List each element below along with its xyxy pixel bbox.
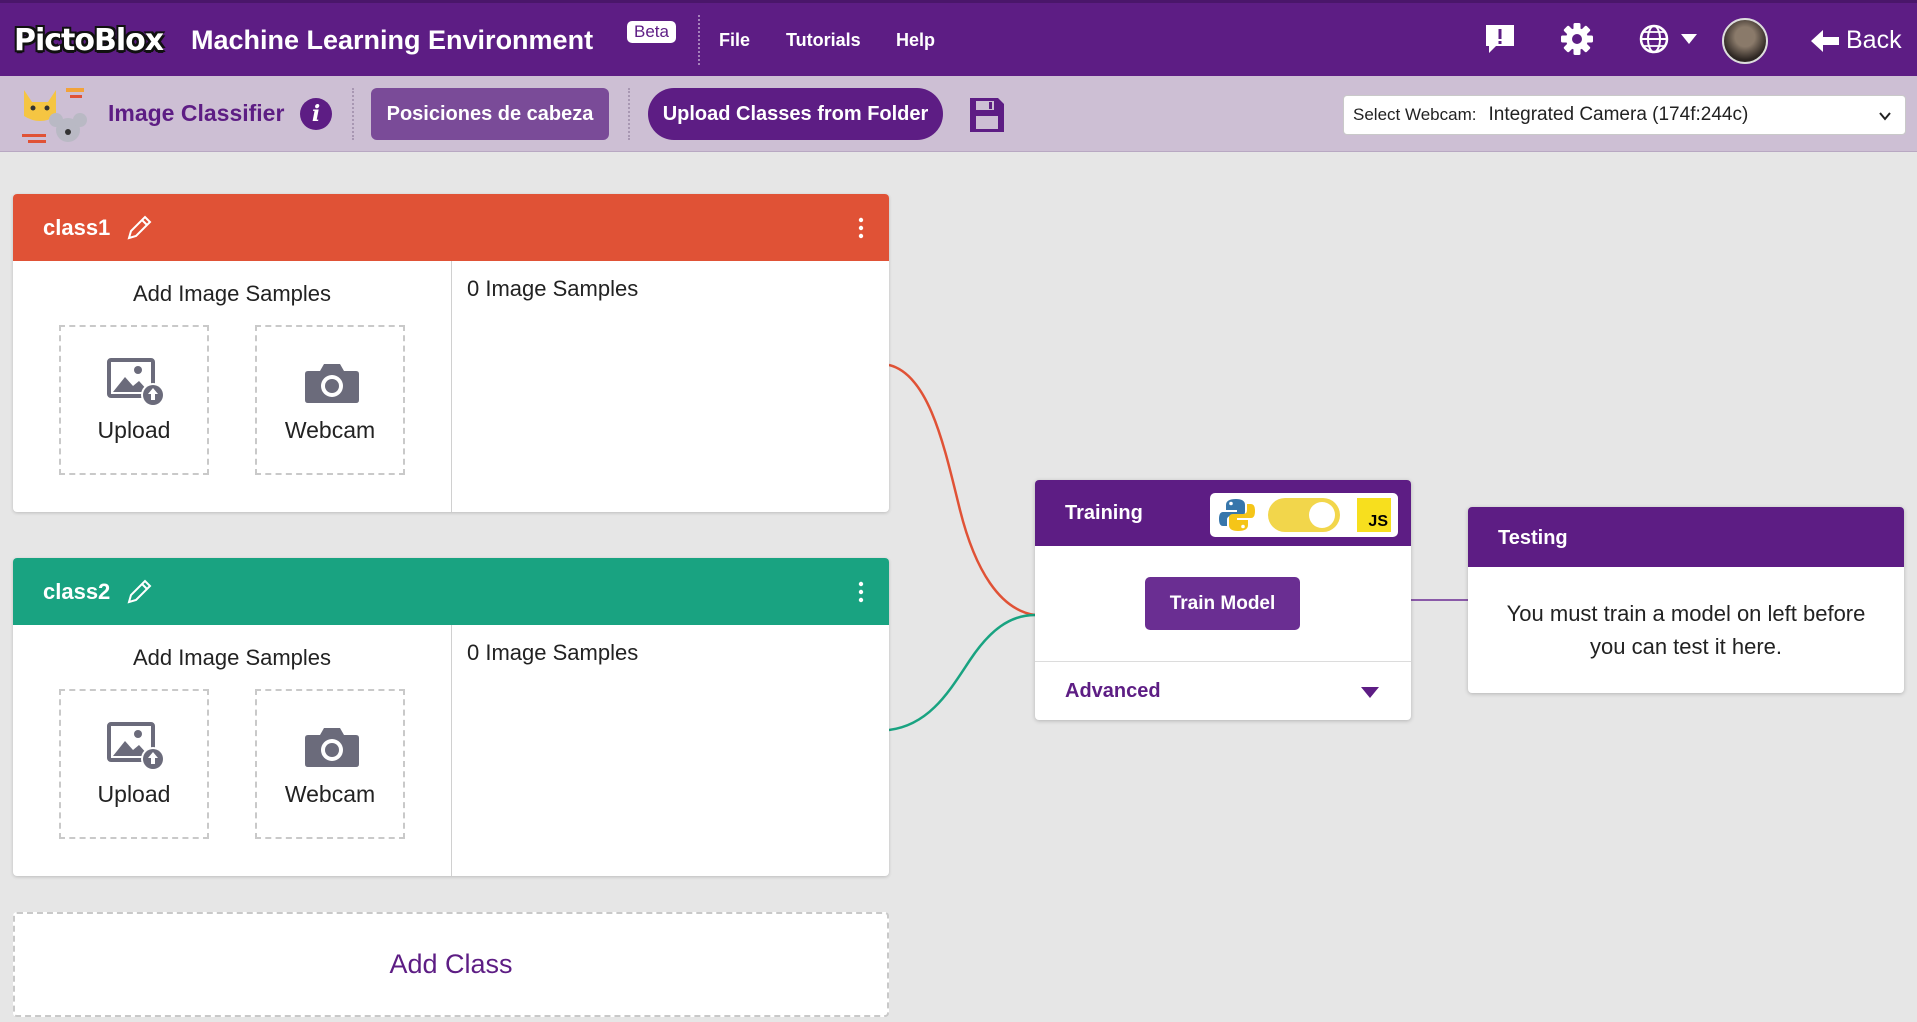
arrow-left-icon <box>1811 29 1839 52</box>
webcam-samples-button[interactable]: Webcam <box>255 325 405 475</box>
training-panel: Training JS Train Model Advanced <box>1035 480 1411 720</box>
edit-pencil-icon[interactable] <box>124 213 154 243</box>
upload-samples-button[interactable]: Upload <box>59 689 209 839</box>
project-type-title: Image Classifier <box>108 100 285 126</box>
pictoblox-logo[interactable]: PictoBlox <box>14 23 164 58</box>
webcam-select-value: Integrated Camera (174f:244c) <box>1488 104 1749 125</box>
webcam-samples-button[interactable]: Webcam <box>255 689 405 839</box>
train-model-button[interactable]: Train Model <box>1145 577 1300 630</box>
python-js-toggle[interactable] <box>1268 498 1340 532</box>
gear-icon[interactable] <box>1559 21 1595 57</box>
toolbar: Image Classifier i Posiciones de cabeza … <box>0 76 1917 152</box>
testing-panel: Testing You must train a model on left b… <box>1468 507 1904 693</box>
app-title: Machine Learning Environment <box>191 25 594 55</box>
camera-icon <box>305 364 359 403</box>
add-samples-label: Add Image Samples <box>132 645 332 670</box>
caret-down-icon[interactable] <box>1359 684 1381 700</box>
toolbar-separator <box>628 88 630 140</box>
image-upload-icon <box>107 722 165 771</box>
training-title: Training <box>1065 502 1143 524</box>
menu-separator <box>698 15 700 65</box>
toggle-knob <box>1309 502 1335 528</box>
edit-pencil-icon[interactable] <box>124 577 154 607</box>
beta-badge: Beta <box>627 21 676 43</box>
menu-tutorials[interactable]: Tutorials <box>786 30 861 51</box>
card-divider <box>451 625 452 876</box>
image-upload-icon <box>107 358 165 407</box>
class-card-header: class2 <box>13 558 889 625</box>
class-card: class1 Add Image Samples Upload Webcam 0… <box>13 194 889 512</box>
class-card-header: class1 <box>13 194 889 261</box>
class-options-kebab-icon[interactable] <box>857 216 865 240</box>
class1-connector <box>888 363 1036 617</box>
advanced-toggle[interactable]: Advanced <box>1065 680 1161 703</box>
save-icon[interactable] <box>968 96 1006 134</box>
upload-classes-from-folder-button[interactable]: Upload Classes from Folder <box>648 88 943 140</box>
testing-title: Testing <box>1498 527 1568 549</box>
webcam-label: Webcam <box>284 781 376 807</box>
webcam-label: Webcam <box>284 417 376 443</box>
upload-label: Upload <box>97 417 171 443</box>
testing-message: You must train a model on left before yo… <box>1506 601 1866 659</box>
top-bar: PictoBlox Machine Learning Environment B… <box>0 0 1917 76</box>
camera-icon <box>305 728 359 767</box>
webcam-select-label: Select Webcam: <box>1353 105 1477 124</box>
add-class-button[interactable]: Add Class <box>13 912 889 1017</box>
back-label: Back <box>1846 26 1902 54</box>
language-toggle-box: JS <box>1210 493 1398 537</box>
info-icon[interactable]: i <box>300 98 332 130</box>
testing-header: Testing <box>1468 507 1904 567</box>
toolbar-separator <box>352 88 354 140</box>
chevron-down-icon <box>1879 112 1891 121</box>
add-samples-label: Add Image Samples <box>132 281 332 306</box>
training-divider <box>1035 661 1411 662</box>
upload-samples-button[interactable]: Upload <box>59 325 209 475</box>
javascript-icon: JS <box>1357 498 1391 532</box>
class-name: class1 <box>43 215 111 240</box>
class-card: class2 Add Image Samples Upload Webcam 0… <box>13 558 889 876</box>
globe-icon[interactable] <box>1636 21 1672 57</box>
project-name-button[interactable]: Posiciones de cabeza <box>371 88 609 140</box>
back-button[interactable]: Back <box>1810 26 1902 55</box>
samples-count: 0 Image Samples <box>467 276 639 301</box>
feedback-icon[interactable] <box>1482 21 1518 57</box>
language-caret-down-icon[interactable] <box>1680 33 1698 45</box>
class2-connector <box>888 613 1036 732</box>
menu-help[interactable]: Help <box>896 30 935 51</box>
samples-count: 0 Image Samples <box>467 640 639 665</box>
upload-label: Upload <box>97 781 171 807</box>
menu-file[interactable]: File <box>719 30 750 51</box>
training-header: Training JS <box>1035 480 1411 546</box>
python-icon <box>1219 499 1255 531</box>
card-divider <box>451 261 452 512</box>
webcam-select[interactable]: Select Webcam: Integrated Camera (174f:2… <box>1343 95 1906 135</box>
avatar[interactable] <box>1722 18 1768 64</box>
class-options-kebab-icon[interactable] <box>857 580 865 604</box>
image-classifier-mascot-icon <box>22 88 87 143</box>
class-name: class2 <box>43 579 111 604</box>
